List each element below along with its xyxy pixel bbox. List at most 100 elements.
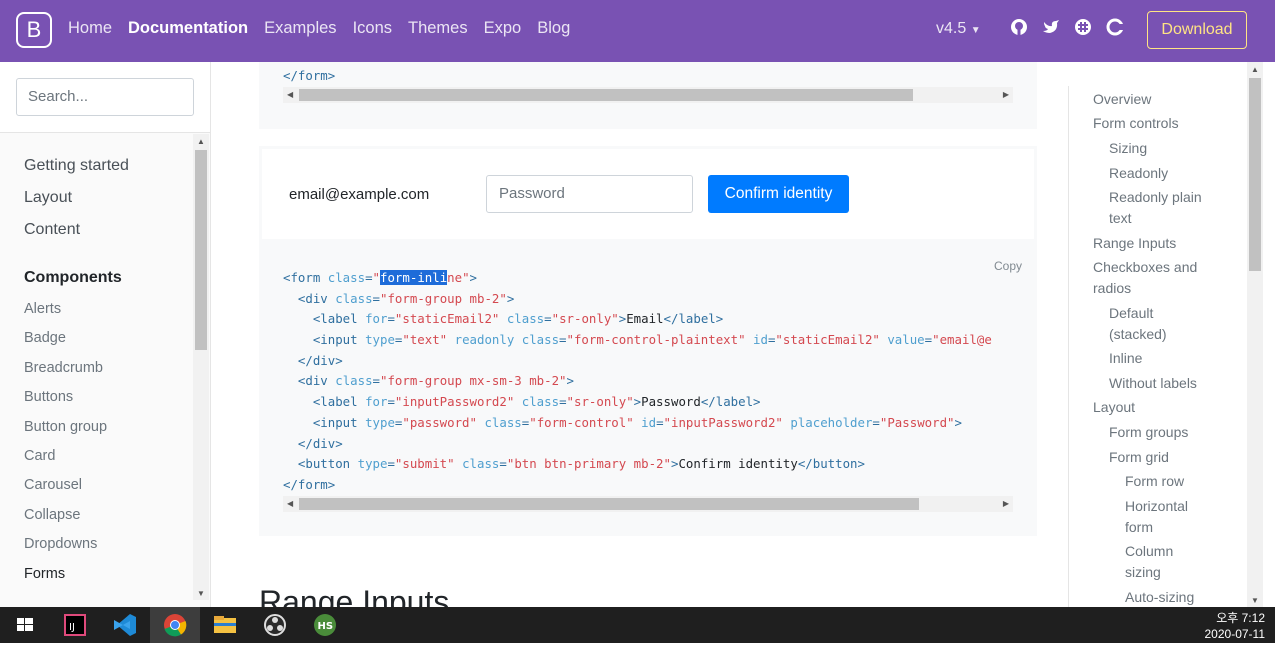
- scroll-down-arrow-icon[interactable]: ▼: [197, 589, 205, 598]
- toc-item[interactable]: Range Inputs: [1093, 233, 1176, 254]
- password-input[interactable]: Password: [486, 175, 693, 213]
- code-block: Copy <form class="form-inline"> <div cla…: [259, 242, 1037, 536]
- sidebar-nav: Getting started Layout Content Component…: [24, 155, 129, 593]
- nav-icons: [1010, 18, 1124, 36]
- copy-button[interactable]: Copy: [994, 259, 1022, 273]
- scroll-up-arrow-icon[interactable]: ▲: [1251, 65, 1259, 74]
- nav-expo[interactable]: Expo: [484, 19, 522, 38]
- sidebar-item-components[interactable]: Components: [24, 267, 129, 299]
- sidebar-scrollbar[interactable]: ▲ ▼: [193, 134, 209, 600]
- download-button[interactable]: Download: [1147, 11, 1247, 49]
- search-input[interactable]: Search...: [16, 78, 194, 116]
- hs-app-icon[interactable]: HS: [300, 607, 350, 643]
- toc-item[interactable]: Overview: [1093, 89, 1151, 110]
- toc-item[interactable]: Form row: [1125, 471, 1184, 492]
- sidebar-scroll-thumb[interactable]: [195, 150, 207, 350]
- code-line: </div>: [297, 435, 343, 451]
- code-hscrollbar[interactable]: ◀ ▶: [283, 87, 1013, 103]
- sidebar-item-button-group[interactable]: Button group: [24, 417, 129, 446]
- code-hscroll-thumb[interactable]: [299, 498, 919, 510]
- sidebar-item-dropdowns[interactable]: Dropdowns: [24, 534, 129, 563]
- nav-links: Home Documentation Examples Icons Themes…: [68, 19, 570, 38]
- slack-icon[interactable]: [1074, 18, 1092, 36]
- toc-item[interactable]: Form controls: [1093, 113, 1179, 134]
- code-line: <label for="staticEmail2" class="sr-only…: [312, 311, 724, 327]
- chevron-down-icon: ▼: [970, 25, 981, 36]
- confirm-identity-button[interactable]: Confirm identity: [708, 175, 849, 213]
- scroll-down-arrow-icon[interactable]: ▼: [1251, 596, 1259, 605]
- toc-item[interactable]: Readonly plain text: [1109, 187, 1219, 228]
- sidebar-item-badge[interactable]: Badge: [24, 328, 129, 357]
- nav-themes[interactable]: Themes: [408, 19, 468, 38]
- page-scrollbar[interactable]: ▲ ▼: [1247, 62, 1263, 607]
- table-of-contents: Overview Form controls Sizing Readonly R…: [1068, 86, 1246, 607]
- code-line: <form class="form-inline">: [283, 270, 478, 285]
- sidebar-item-buttons[interactable]: Buttons: [24, 387, 129, 416]
- code-line: </form>: [283, 68, 336, 83]
- toc-item[interactable]: Auto-sizing: [1125, 587, 1194, 607]
- docs-sidebar: Search... Getting started Layout Content…: [0, 62, 211, 607]
- twitter-icon[interactable]: [1042, 18, 1060, 36]
- toc-item[interactable]: Form groups: [1109, 422, 1188, 443]
- toc-item[interactable]: Inline: [1109, 348, 1142, 369]
- nav-documentation[interactable]: Documentation: [128, 19, 248, 38]
- vscode-icon[interactable]: [100, 607, 150, 643]
- sidebar-item-getting-started[interactable]: Getting started: [24, 155, 129, 187]
- system-clock[interactable]: 오후 7:12 2020-07-11: [1205, 610, 1266, 642]
- static-email-text: email@example.com: [289, 186, 430, 203]
- sidebar-item-collapse[interactable]: Collapse: [24, 505, 129, 534]
- scroll-right-arrow-icon[interactable]: ▶: [1003, 90, 1009, 99]
- version-dropdown[interactable]: v4.5 ▼: [936, 20, 981, 38]
- toc-item[interactable]: Default (stacked): [1109, 303, 1189, 344]
- opencollective-icon[interactable]: [1106, 18, 1124, 36]
- toc-item[interactable]: Column sizing: [1125, 541, 1195, 582]
- chrome-icon[interactable]: [150, 607, 200, 643]
- nav-icons[interactable]: Icons: [353, 19, 392, 38]
- form-example: email@example.com Password Confirm ident…: [259, 146, 1037, 242]
- toc-item[interactable]: Layout: [1093, 397, 1135, 418]
- github-icon[interactable]: [1010, 18, 1028, 36]
- svg-text:IJ: IJ: [69, 622, 75, 633]
- scroll-up-arrow-icon[interactable]: ▲: [197, 137, 205, 146]
- sidebar-item-content[interactable]: Content: [24, 219, 129, 251]
- code-line: <label for="inputPassword2" class="sr-on…: [312, 394, 761, 410]
- code-line: <div class="form-group mx-sm-3 mb-2">: [297, 373, 574, 389]
- scroll-left-arrow-icon[interactable]: ◀: [287, 90, 293, 99]
- toc-item[interactable]: Readonly: [1109, 163, 1168, 184]
- toc-item[interactable]: Without labels: [1109, 373, 1197, 394]
- code-hscroll-thumb[interactable]: [299, 89, 913, 101]
- search-area: Search...: [0, 62, 210, 133]
- nav-home[interactable]: Home: [68, 19, 112, 38]
- clock-date: 2020-07-11: [1204, 627, 1266, 641]
- intellij-icon[interactable]: IJ: [50, 607, 100, 643]
- code-hscrollbar[interactable]: ◀ ▶: [283, 496, 1013, 512]
- windows-start-icon[interactable]: [0, 607, 50, 643]
- top-navbar: B Home Documentation Examples Icons Them…: [0, 0, 1275, 62]
- code-line: <input type="password" class="form-contr…: [312, 414, 962, 430]
- code-line: </div>: [297, 352, 343, 368]
- obs-icon[interactable]: [250, 607, 300, 643]
- sidebar-item-alerts[interactable]: Alerts: [24, 299, 129, 328]
- toc-item[interactable]: Form grid: [1109, 447, 1169, 468]
- sidebar-item-card[interactable]: Card: [24, 446, 129, 475]
- toc-item[interactable]: Sizing: [1109, 138, 1147, 159]
- page-scroll-thumb[interactable]: [1249, 78, 1261, 271]
- scroll-left-arrow-icon[interactable]: ◀: [287, 499, 293, 508]
- sidebar-item-layout[interactable]: Layout: [24, 187, 129, 219]
- code-lines: <form class="form-inline"> <div class="f…: [283, 268, 992, 496]
- file-explorer-icon[interactable]: [200, 607, 250, 643]
- bootstrap-logo[interactable]: B: [16, 12, 52, 48]
- code-line: <input type="text" readonly class="form-…: [312, 332, 992, 348]
- code-line: <div class="form-group mb-2">: [297, 290, 515, 306]
- toc-item[interactable]: Horizontal form: [1125, 496, 1205, 537]
- nav-examples[interactable]: Examples: [264, 19, 336, 38]
- clock-time: 오후 7:12: [1216, 611, 1265, 625]
- sidebar-item-breadcrumb[interactable]: Breadcrumb: [24, 358, 129, 387]
- code-line: <button type="submit" class="btn btn-pri…: [297, 456, 865, 472]
- sidebar-item-forms[interactable]: Forms: [24, 564, 129, 593]
- nav-blog[interactable]: Blog: [537, 19, 570, 38]
- scroll-right-arrow-icon[interactable]: ▶: [1003, 499, 1009, 508]
- toc-item[interactable]: Checkboxes and radios: [1093, 257, 1211, 298]
- sidebar-item-carousel[interactable]: Carousel: [24, 475, 129, 504]
- section-heading: Range Inputs: [259, 584, 450, 607]
